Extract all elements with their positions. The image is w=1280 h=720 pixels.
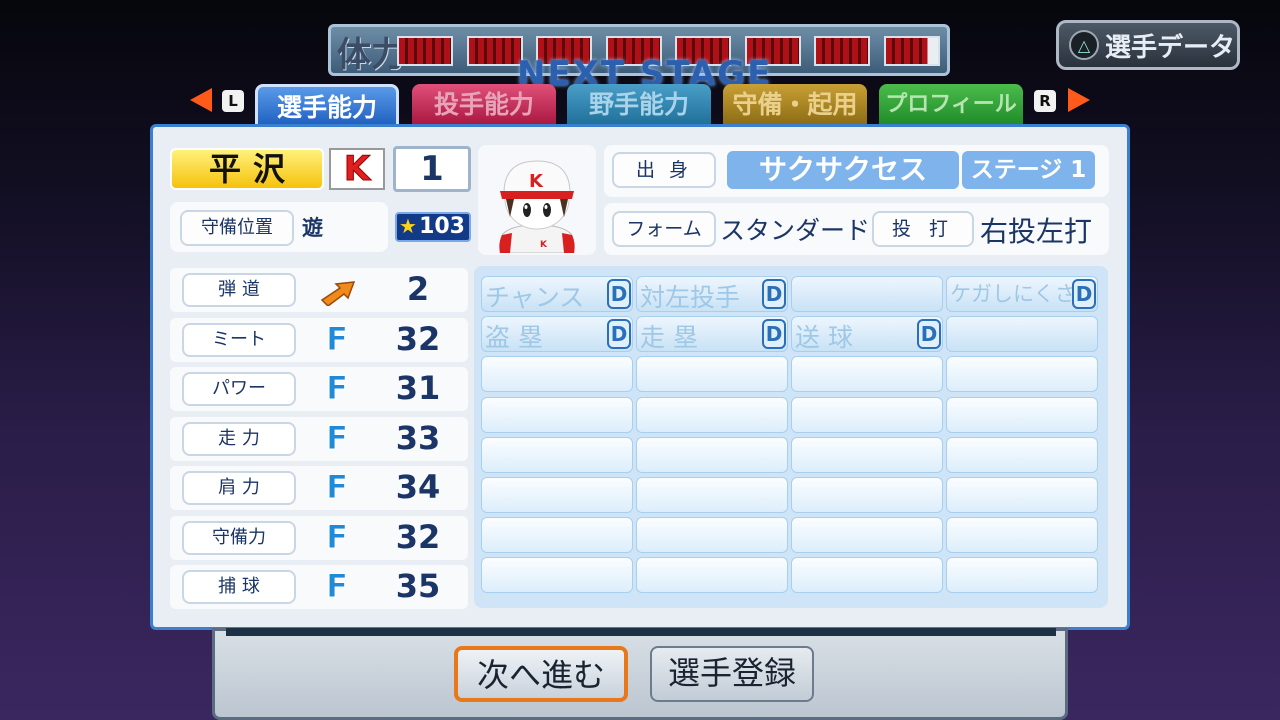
- ability-grade: D: [917, 319, 941, 350]
- register-player-button[interactable]: 選手登録: [650, 646, 814, 702]
- r-key-icon: R: [1034, 90, 1056, 112]
- bat-throw-label: 投 打: [872, 211, 974, 247]
- ability-cell[interactable]: [946, 477, 1098, 513]
- ability-cell[interactable]: [636, 436, 788, 473]
- bottom-divider: [226, 628, 1056, 636]
- ability-cell[interactable]: [791, 557, 943, 594]
- stat-value: 34: [395, 468, 441, 506]
- ability-name: 送 球: [795, 323, 853, 353]
- tab-pitching-ability[interactable]: 投手能力: [412, 84, 556, 126]
- stat-label: 捕 球: [182, 570, 296, 604]
- ability-name: 盗 塁: [485, 323, 543, 353]
- stat-value: 32: [395, 517, 441, 556]
- ability-cell[interactable]: [946, 396, 1098, 433]
- stat-grade: F: [326, 517, 349, 556]
- ability-cell[interactable]: [481, 436, 633, 473]
- player-name: 平沢: [170, 148, 324, 190]
- ability-cell[interactable]: [636, 477, 788, 513]
- player-avatar: K K: [480, 147, 594, 253]
- cap-logo-icon: K: [529, 171, 544, 192]
- ability-cell[interactable]: [946, 436, 1098, 473]
- ability-cell[interactable]: [946, 316, 1098, 353]
- tab-fielder-ability[interactable]: 野手能力: [567, 84, 711, 126]
- ability-cell[interactable]: [946, 557, 1098, 594]
- stat-value: 32: [395, 319, 441, 358]
- origin-label: 出 身: [612, 152, 716, 188]
- ability-grade: D: [762, 319, 786, 350]
- stat-value: 31: [395, 369, 441, 407]
- ability-name: 対左投手: [640, 283, 741, 312]
- l-key-icon: L: [222, 90, 244, 112]
- stat-label: 肩 力: [182, 471, 296, 505]
- ability-cell[interactable]: [946, 517, 1098, 554]
- trajectory-arrow-icon: [320, 281, 356, 306]
- position-label: 守備位置: [180, 210, 294, 246]
- ability-cell[interactable]: [481, 477, 633, 513]
- tab-batting-ability[interactable]: 選手能力: [255, 84, 399, 126]
- stat-label: 走 力: [182, 421, 296, 456]
- ability-cell[interactable]: [636, 396, 788, 433]
- ability-cell[interactable]: [481, 396, 633, 433]
- stat-value: 2: [406, 270, 430, 308]
- stamina-segment: [814, 36, 870, 66]
- stat-label: 守備力: [182, 520, 296, 555]
- stat-label: 弾 道: [182, 273, 296, 307]
- ability-cell[interactable]: [791, 436, 943, 473]
- ability-cell[interactable]: [791, 276, 943, 312]
- stat-label: ミート: [182, 322, 296, 357]
- ability-cell[interactable]: [946, 356, 1098, 393]
- ability-grade: D: [1072, 279, 1096, 309]
- ability-cell[interactable]: [636, 517, 788, 554]
- stat-grade: F: [326, 567, 349, 606]
- ability-cell[interactable]: [636, 557, 788, 594]
- stage-value: ステージ 1: [962, 151, 1095, 189]
- player-data-button[interactable]: △ 選手データ: [1056, 20, 1240, 70]
- triangle-icon: △: [1069, 30, 1099, 60]
- ability-cell[interactable]: [636, 356, 788, 393]
- player-data-label: 選手データ: [1105, 32, 1236, 63]
- form-value: スタンダード 1: [720, 216, 894, 245]
- stamina-segment: [397, 36, 453, 66]
- ability-name: 走 塁: [640, 323, 698, 353]
- ability-cell[interactable]: [481, 557, 633, 594]
- stamina-segment: [466, 36, 523, 66]
- ability-grade: D: [762, 279, 786, 309]
- ability-cell[interactable]: [481, 356, 633, 393]
- team-logo-icon: K: [329, 148, 385, 190]
- bat-throw-value: 右投左打: [980, 215, 1093, 248]
- stamina-segment: [883, 36, 940, 66]
- ability-grade: D: [607, 319, 631, 350]
- position-value: 遊: [302, 216, 323, 240]
- stat-label: パワー: [182, 372, 296, 406]
- stat-grade: F: [326, 319, 349, 358]
- uniform-number: 1: [393, 146, 471, 192]
- stat-grade: F: [326, 369, 349, 408]
- ability-cell[interactable]: [481, 517, 633, 554]
- star-icon: ★: [399, 214, 417, 238]
- tab-prev-arrow-icon[interactable]: [190, 88, 212, 112]
- stat-value: 33: [395, 418, 441, 457]
- ability-cell[interactable]: [791, 517, 943, 554]
- stamina-label: 体力: [337, 35, 405, 75]
- ability-cell[interactable]: [791, 396, 943, 433]
- stat-grade: F: [326, 418, 349, 457]
- svg-text:K: K: [540, 240, 548, 250]
- stat-value: 35: [395, 567, 441, 605]
- ability-name: チャンス: [485, 283, 585, 312]
- origin-value: サクサクセス: [727, 151, 959, 189]
- ability-name: ケガしにくさ: [950, 282, 1076, 306]
- next-button[interactable]: 次へ進む: [454, 646, 628, 702]
- tab-profile[interactable]: プロフィール: [879, 84, 1023, 126]
- tab-defense-usage[interactable]: 守備・起用: [723, 84, 867, 126]
- stat-grade: F: [326, 468, 349, 507]
- ability-cell[interactable]: [791, 356, 943, 393]
- form-label: フォーム: [612, 211, 716, 247]
- ability-cell[interactable]: [791, 477, 943, 513]
- ability-grade: D: [607, 279, 631, 309]
- tab-next-arrow-icon[interactable]: [1068, 88, 1090, 112]
- bottom-menu: [212, 628, 1068, 720]
